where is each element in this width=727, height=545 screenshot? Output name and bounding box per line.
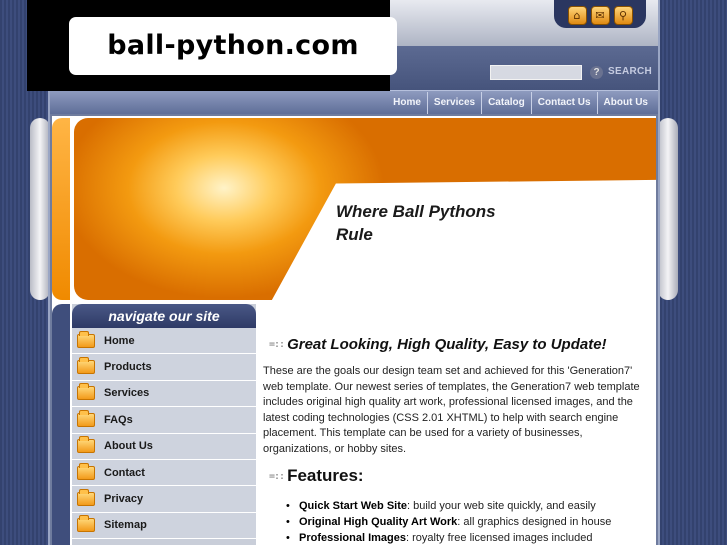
features-heading: =:: Features: — [269, 466, 653, 486]
nav-link-catalog[interactable]: Catalog — [481, 91, 531, 114]
list-item: Professional Images: royalty free licens… — [286, 530, 653, 545]
search-button[interactable]: SEARCH — [608, 66, 652, 77]
sidebar-item-label: Home — [104, 334, 135, 347]
nav-link-services[interactable]: Services — [426, 91, 481, 114]
sidebar-item-faqs[interactable]: FAQs — [72, 407, 256, 434]
list-item: Original High Quality Art Work: all grap… — [286, 514, 653, 530]
sidebar-item-label: Services — [104, 387, 150, 400]
list-item: Quick Start Web Site: build your web sit… — [286, 498, 653, 514]
nav-link-home[interactable]: Home — [387, 92, 427, 114]
sidebar-nav: navigate our site Home Products Services… — [72, 304, 256, 545]
folder-icon — [77, 515, 95, 533]
watermark-text: ball-python.com — [69, 17, 397, 75]
watermark-overlay: ball-python.com — [27, 0, 397, 91]
main-heading-text: Great Looking, High Quality, Easy to Upd… — [287, 336, 607, 353]
right-side-tab — [658, 118, 678, 300]
sidebar-item-home[interactable]: Home — [72, 328, 256, 355]
hero-left-edge — [52, 118, 70, 300]
features-heading-text: Features: — [287, 466, 364, 485]
home-icon[interactable]: ⌂ — [567, 5, 587, 25]
main-heading: =:: Great Looking, High Quality, Easy to… — [269, 336, 653, 353]
folder-icon — [77, 436, 95, 454]
search-zoom-icon[interactable]: ⚲ — [613, 5, 633, 25]
hero-title: Where Ball Pythons Rule — [336, 202, 496, 244]
sidebar-item-label: Sitemap — [104, 519, 147, 532]
main-content: =:: Great Looking, High Quality, Easy to… — [263, 330, 653, 545]
folder-icon — [77, 383, 95, 401]
sidebar-item-label: Products — [104, 361, 152, 374]
sidebar-item-products[interactable]: Products — [72, 354, 256, 381]
sidebar-item-contact[interactable]: Contact — [72, 459, 256, 487]
left-side-tab — [30, 118, 50, 300]
folder-icon — [77, 462, 95, 480]
top-nav-links: Home Services Catalog Contact Us About U… — [387, 91, 654, 114]
nav-link-about-us[interactable]: About Us — [596, 91, 654, 114]
sidebar-header: navigate our site — [72, 304, 256, 328]
folder-icon — [77, 409, 95, 427]
top-nav-bar: Home Services Catalog Contact Us About U… — [50, 90, 658, 114]
search-input[interactable] — [490, 65, 582, 80]
sidebar-item-privacy[interactable]: Privacy — [72, 486, 256, 513]
folder-icon — [77, 330, 95, 348]
folder-icon — [77, 489, 95, 507]
help-icon: ? — [590, 66, 603, 79]
intro-paragraph: These are the goals our design team set … — [263, 365, 640, 455]
sidebar-item-services[interactable]: Services — [72, 380, 256, 408]
sidebar-item-sitemap[interactable]: Sitemap — [72, 512, 256, 540]
sidebar-item-label: Contact — [104, 466, 145, 479]
top-icon-group: ⌂ ✉ ⚲ — [554, 0, 646, 28]
mail-icon[interactable]: ✉ — [590, 5, 610, 25]
sidebar-item-label: FAQs — [104, 413, 133, 426]
sidebar-item-label: Privacy — [104, 493, 144, 506]
sidebar-item-about-us[interactable]: About Us — [72, 433, 256, 460]
sidebar-item-label: About Us — [104, 440, 153, 453]
nav-link-contact-us[interactable]: Contact Us — [530, 91, 597, 114]
sidebar-left-strip — [52, 304, 70, 545]
folder-icon — [77, 357, 95, 375]
heading-lines-icon: =:: — [269, 470, 285, 482]
heading-lines-icon: =:: — [269, 339, 285, 350]
features-list: Quick Start Web Site: build your web sit… — [286, 498, 653, 545]
